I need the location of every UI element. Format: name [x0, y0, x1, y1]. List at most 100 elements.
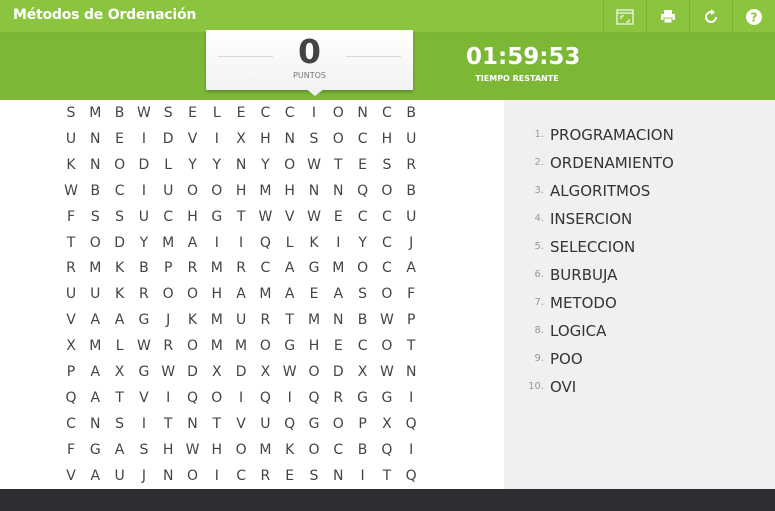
grid-cell[interactable]: H	[157, 437, 179, 463]
grid-cell[interactable]: V	[230, 411, 252, 437]
grid-cell[interactable]: Y	[133, 230, 155, 256]
grid-cell[interactable]: I	[400, 385, 422, 411]
grid-cell[interactable]: X	[376, 411, 398, 437]
grid-cell[interactable]: M	[84, 255, 106, 281]
grid-cell[interactable]: Q	[254, 385, 276, 411]
grid-cell[interactable]: C	[157, 204, 179, 230]
grid-cell[interactable]: N	[84, 152, 106, 178]
grid-cell[interactable]: E	[279, 463, 301, 489]
grid-cell[interactable]: N	[327, 463, 349, 489]
grid-cell[interactable]: B	[133, 255, 155, 281]
grid-cell[interactable]: U	[133, 204, 155, 230]
grid-cell[interactable]: R	[230, 255, 252, 281]
grid-cell[interactable]: V	[279, 204, 301, 230]
grid-cell[interactable]: O	[376, 333, 398, 359]
grid-cell[interactable]: K	[109, 255, 131, 281]
grid-cell[interactable]: G	[84, 437, 106, 463]
grid-cell[interactable]: C	[376, 100, 398, 126]
grid-cell[interactable]: R	[133, 281, 155, 307]
grid-cell[interactable]: X	[206, 359, 228, 385]
grid-cell[interactable]: C	[254, 255, 276, 281]
grid-cell[interactable]: J	[157, 307, 179, 333]
grid-cell[interactable]: J	[133, 463, 155, 489]
grid-cell[interactable]: I	[303, 100, 325, 126]
grid-cell[interactable]: K	[109, 281, 131, 307]
grid-cell[interactable]: C	[376, 204, 398, 230]
grid-cell[interactable]: D	[327, 359, 349, 385]
grid-cell[interactable]: O	[182, 178, 204, 204]
grid-cell[interactable]: T	[376, 463, 398, 489]
grid-cell[interactable]: H	[182, 204, 204, 230]
grid-cell[interactable]: O	[206, 178, 228, 204]
grid-cell[interactable]: A	[327, 281, 349, 307]
grid-cell[interactable]: P	[60, 359, 82, 385]
grid-cell[interactable]: G	[303, 411, 325, 437]
grid-cell[interactable]: G	[279, 333, 301, 359]
grid-cell[interactable]: H	[206, 437, 228, 463]
grid-cell[interactable]: Y	[206, 152, 228, 178]
grid-cell[interactable]: T	[157, 411, 179, 437]
grid-cell[interactable]: X	[109, 359, 131, 385]
grid-cell[interactable]: V	[133, 385, 155, 411]
grid-cell[interactable]: C	[352, 126, 374, 152]
grid-cell[interactable]: F	[60, 204, 82, 230]
grid-cell[interactable]: I	[400, 437, 422, 463]
grid-cell[interactable]: S	[109, 411, 131, 437]
grid-cell[interactable]: E	[182, 100, 204, 126]
grid-cell[interactable]: R	[254, 307, 276, 333]
grid-cell[interactable]: M	[230, 333, 252, 359]
grid-cell[interactable]: A	[109, 437, 131, 463]
grid-cell[interactable]: O	[303, 437, 325, 463]
grid-cell[interactable]: S	[133, 437, 155, 463]
grid-cell[interactable]: K	[60, 152, 82, 178]
restart-button[interactable]	[689, 0, 732, 33]
grid-cell[interactable]: U	[230, 307, 252, 333]
grid-cell[interactable]: R	[157, 333, 179, 359]
grid-cell[interactable]: N	[352, 100, 374, 126]
grid-cell[interactable]: X	[254, 359, 276, 385]
grid-cell[interactable]: M	[254, 281, 276, 307]
grid-cell[interactable]: E	[327, 204, 349, 230]
grid-cell[interactable]: X	[352, 359, 374, 385]
grid-cell[interactable]: C	[352, 204, 374, 230]
grid-cell[interactable]: W	[182, 437, 204, 463]
grid-cell[interactable]: W	[133, 100, 155, 126]
grid-cell[interactable]: M	[84, 100, 106, 126]
grid-cell[interactable]: C	[352, 333, 374, 359]
grid-cell[interactable]: P	[352, 411, 374, 437]
grid-cell[interactable]: F	[60, 437, 82, 463]
grid-cell[interactable]: R	[60, 255, 82, 281]
grid-cell[interactable]: C	[230, 463, 252, 489]
grid-cell[interactable]: W	[376, 359, 398, 385]
grid-cell[interactable]: O	[84, 230, 106, 256]
grid-cell[interactable]: L	[157, 152, 179, 178]
grid-cell[interactable]: S	[303, 463, 325, 489]
grid-cell[interactable]: C	[60, 411, 82, 437]
grid-cell[interactable]: I	[133, 411, 155, 437]
grid-cell[interactable]: H	[254, 126, 276, 152]
grid-cell[interactable]: W	[279, 359, 301, 385]
grid-cell[interactable]: T	[109, 385, 131, 411]
grid-cell[interactable]: R	[254, 463, 276, 489]
grid-cell[interactable]: A	[279, 255, 301, 281]
grid-cell[interactable]: O	[182, 281, 204, 307]
grid-cell[interactable]: N	[182, 411, 204, 437]
grid-cell[interactable]: M	[206, 255, 228, 281]
grid-cell[interactable]: U	[400, 126, 422, 152]
grid-cell[interactable]: S	[109, 204, 131, 230]
grid-cell[interactable]: Q	[60, 385, 82, 411]
grid-cell[interactable]: D	[109, 230, 131, 256]
grid-cell[interactable]: H	[376, 126, 398, 152]
grid-cell[interactable]: F	[400, 281, 422, 307]
grid-cell[interactable]: C	[254, 100, 276, 126]
grid-cell[interactable]: Q	[400, 411, 422, 437]
grid-cell[interactable]: S	[352, 281, 374, 307]
grid-cell[interactable]: A	[84, 463, 106, 489]
grid-cell[interactable]: R	[182, 255, 204, 281]
grid-cell[interactable]: O	[352, 255, 374, 281]
grid-cell[interactable]: O	[182, 463, 204, 489]
grid-cell[interactable]: B	[352, 307, 374, 333]
grid-cell[interactable]: D	[230, 359, 252, 385]
grid-cell[interactable]: B	[400, 100, 422, 126]
grid-cell[interactable]: T	[279, 307, 301, 333]
